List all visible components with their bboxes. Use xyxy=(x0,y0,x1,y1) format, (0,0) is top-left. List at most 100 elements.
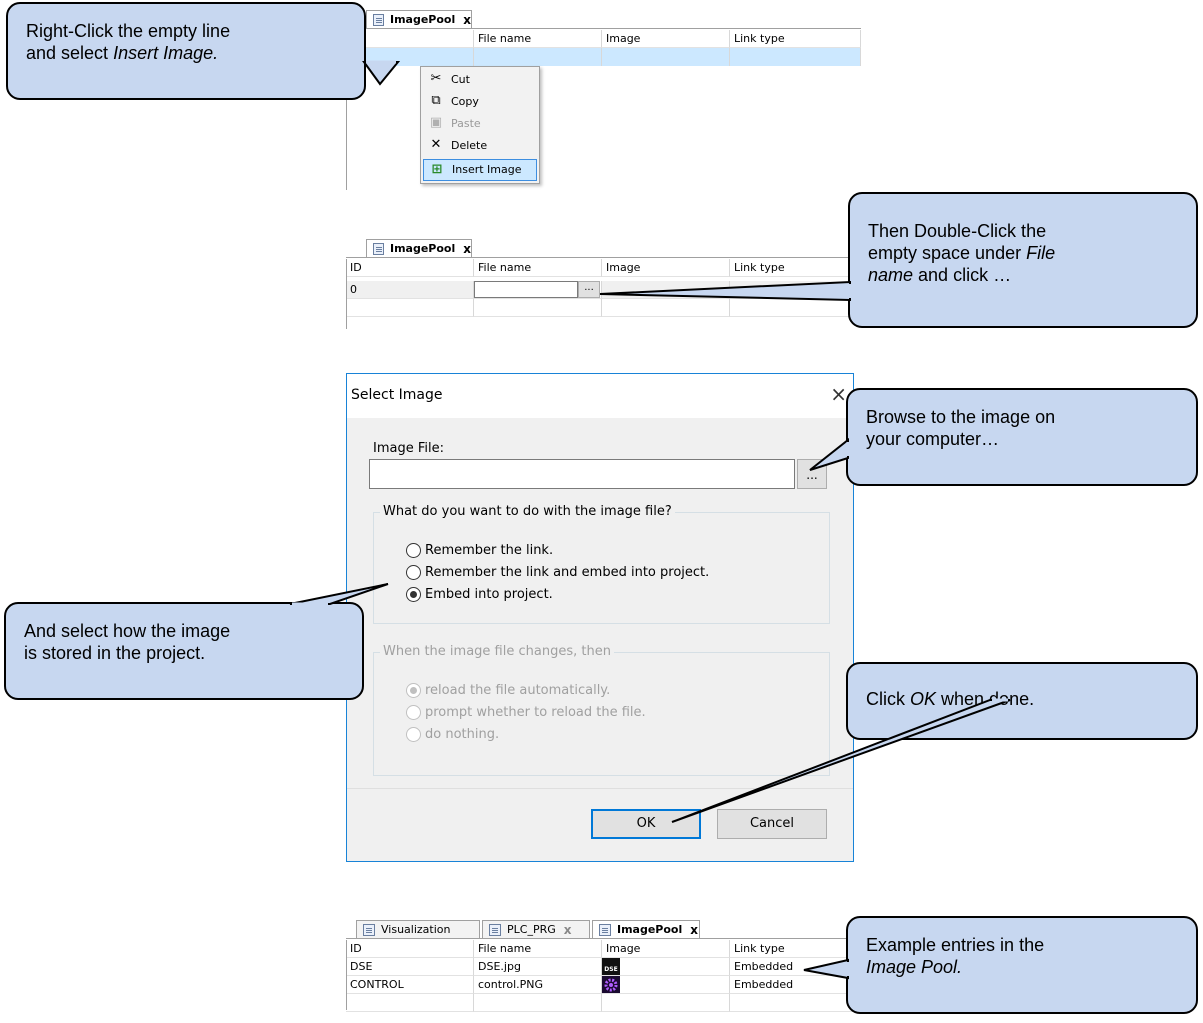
table-cell-id: CONTROL xyxy=(346,976,474,994)
tab-strip: Visualization PLC_PRG x ImagePool x xyxy=(346,918,861,939)
column-header-image: Image xyxy=(602,30,730,48)
tab-imagepool[interactable]: ImagePool x xyxy=(592,920,700,938)
table-row[interactable]: CONTROL control.PNG Embedded xyxy=(346,976,861,994)
imagepool-icon xyxy=(373,13,384,26)
visualization-icon xyxy=(363,923,375,936)
table-cell[interactable] xyxy=(602,48,730,66)
menu-item-label: Paste xyxy=(451,117,481,130)
radio-circle-selected[interactable] xyxy=(406,587,421,602)
tab-label: PLC_PRG xyxy=(507,923,556,936)
radio-circle[interactable] xyxy=(406,565,421,580)
context-menu: ✂ Cut ⧉ Copy ▣ Paste ✕ Delete ⊞ Insert I… xyxy=(420,66,540,184)
callout-select-storage: And select how the image is stored in th… xyxy=(4,602,364,700)
imagepool-icon xyxy=(599,923,611,936)
table-row-empty-selected[interactable] xyxy=(346,48,861,66)
tab-imagepool[interactable]: ImagePool x xyxy=(366,239,472,257)
table-cell[interactable] xyxy=(730,48,861,66)
tab-strip: ImagePool x xyxy=(346,237,861,258)
panel-border xyxy=(346,259,347,329)
table-row[interactable]: 0 ... xyxy=(346,281,861,299)
table-cell-file-name[interactable]: ... xyxy=(474,281,602,299)
radio-label: Remember the link and embed into project… xyxy=(425,565,710,580)
tab-visualization[interactable]: Visualization xyxy=(356,920,480,938)
close-icon[interactable]: x xyxy=(463,242,471,256)
column-header-file-name: File name xyxy=(474,940,602,958)
tab-label: ImagePool xyxy=(389,13,456,26)
select-image-dialog: Select Image × Image File: ... What do y… xyxy=(346,373,854,862)
radio-remember-link-and-embed[interactable]: Remember the link and embed into project… xyxy=(406,565,709,580)
radio-label: Embed into project. xyxy=(425,587,553,602)
column-header-image: Image xyxy=(602,940,730,958)
table-row-empty[interactable] xyxy=(346,994,861,1012)
table-cell-id: DSE xyxy=(346,958,474,976)
group-title: When the image file changes, then xyxy=(380,644,614,659)
callout-text: Click xyxy=(866,689,910,709)
radio-label: do nothing. xyxy=(425,727,500,742)
control-thumbnail xyxy=(602,976,620,993)
callout-right-click-insert-image: Right-Click the empty line and select In… xyxy=(6,2,366,100)
callout-emphasis: OK xyxy=(910,689,937,709)
callout-emphasis: File xyxy=(1026,243,1056,263)
ok-button[interactable]: OK xyxy=(591,809,701,839)
column-header-link-type: Link type xyxy=(730,30,861,48)
dialog-title-bar: Select Image × xyxy=(347,374,853,418)
table-row[interactable]: DSE DSE.jpg DSE Embedded xyxy=(346,958,861,976)
close-icon[interactable]: x xyxy=(463,13,471,27)
callout-click-ok: Click OK when done. xyxy=(846,662,1198,740)
callout-text-line: Image Pool. xyxy=(866,956,1178,978)
close-icon[interactable]: × xyxy=(830,382,847,406)
tab-plc-prg[interactable]: PLC_PRG x xyxy=(482,920,590,938)
callout-example-entries: Example entries in the Image Pool. xyxy=(846,916,1198,1014)
radio-embed-into-project[interactable]: Embed into project. xyxy=(406,587,553,602)
table-cell[interactable] xyxy=(346,299,474,317)
callout-text-line: Example entries in the xyxy=(866,935,1045,955)
table-cell[interactable] xyxy=(602,994,730,1012)
menu-item-cut[interactable]: ✂ Cut xyxy=(423,69,537,91)
radio-reload-automatically: reload the file automatically. xyxy=(406,683,610,698)
table-cell[interactable] xyxy=(602,299,730,317)
thumbnail-label: DSE xyxy=(604,966,618,973)
column-header-link-type: Link type xyxy=(730,940,861,958)
callout-emphasis: Insert Image. xyxy=(113,43,219,63)
radio-remember-link[interactable]: Remember the link. xyxy=(406,543,553,558)
file-name-browse-button[interactable]: ... xyxy=(578,281,600,298)
callout-text-line: empty space under File xyxy=(868,242,1178,264)
delete-x-icon: ✕ xyxy=(430,137,442,152)
radio-circle[interactable] xyxy=(406,543,421,558)
menu-item-delete[interactable]: ✕ Delete xyxy=(423,135,537,157)
close-icon[interactable]: x xyxy=(690,923,698,937)
callout-browse-image: Browse to the image on your computer… xyxy=(846,388,1198,486)
program-icon xyxy=(489,923,501,936)
menu-item-copy[interactable]: ⧉ Copy xyxy=(423,91,537,113)
table-cell[interactable] xyxy=(474,994,602,1012)
table-row-empty[interactable] xyxy=(346,299,861,317)
menu-item-label: Cut xyxy=(451,73,470,86)
table-cell-image xyxy=(602,281,730,299)
column-header-image: Image xyxy=(602,259,730,277)
image-file-input[interactable] xyxy=(369,459,795,489)
table-cell[interactable] xyxy=(730,299,861,317)
table-cell[interactable] xyxy=(346,994,474,1012)
table-cell[interactable] xyxy=(474,299,602,317)
table-cell[interactable] xyxy=(730,994,861,1012)
column-header-file-name: File name xyxy=(474,259,602,277)
callout-text-line: Right-Click the empty line xyxy=(26,21,231,41)
cancel-button[interactable]: Cancel xyxy=(717,809,827,839)
callout-text: and select xyxy=(26,43,114,63)
file-name-edit-field[interactable] xyxy=(474,281,578,298)
table-cell-id: 0 xyxy=(346,281,474,299)
tab-imagepool[interactable]: ImagePool x xyxy=(366,10,472,28)
table-cell[interactable] xyxy=(474,48,602,66)
dialog-footer: OK Cancel xyxy=(347,788,853,861)
menu-item-insert-image[interactable]: ⊞ Insert Image xyxy=(423,159,537,181)
imagepool-panel-3: Visualization PLC_PRG x ImagePool x ID F… xyxy=(346,918,861,1012)
table-header-row: ID File name Image Link type xyxy=(346,259,861,277)
column-header-id: ID xyxy=(346,259,474,277)
radio-label: prompt whether to reload the file. xyxy=(425,705,646,720)
callout-emphasis: Image Pool. xyxy=(866,957,963,977)
browse-button[interactable]: ... xyxy=(797,459,827,489)
dse-thumbnail: DSE xyxy=(602,958,620,975)
close-icon[interactable]: x xyxy=(564,923,572,937)
radio-do-nothing: do nothing. xyxy=(406,727,499,742)
menu-item-paste: ▣ Paste xyxy=(423,113,537,135)
